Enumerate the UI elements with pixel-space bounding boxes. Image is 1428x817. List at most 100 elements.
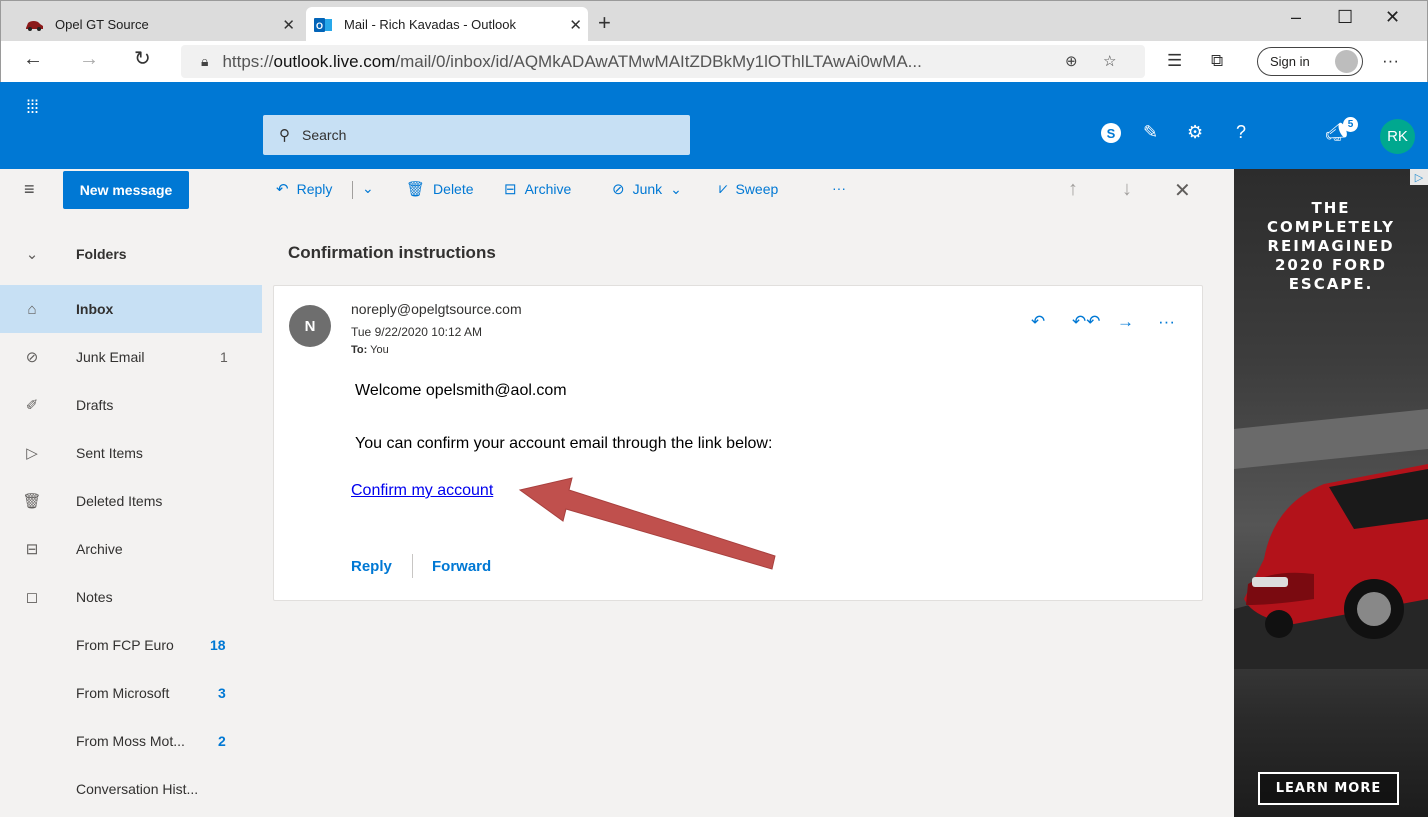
forward-link-button[interactable]: Forward — [432, 558, 491, 575]
folder-label: Deleted Items — [76, 493, 163, 509]
to-label: To: — [351, 344, 368, 356]
skype-icon[interactable]: S — [1101, 123, 1121, 143]
folder-pane: ≡ New message ⌄ Folders ⌂ Inbox ⊘ Junk E… — [0, 169, 262, 817]
new-message-button[interactable]: New message — [63, 171, 189, 209]
junk-command-button[interactable]: ⊘ Junk ⌄ — [612, 180, 682, 199]
to-value: You — [370, 344, 389, 356]
confirm-account-link[interactable]: Confirm my account — [351, 482, 493, 500]
folder-label: Sent Items — [76, 445, 143, 461]
separator — [352, 181, 353, 199]
app-launcher-icon[interactable]: ⁞⁞⁞ — [26, 98, 39, 116]
archive-box-icon: ⊟ — [25, 541, 39, 558]
folder-label: Junk Email — [76, 349, 145, 365]
tab-title: Mail - Rich Kavadas - Outlook — [344, 17, 516, 32]
folder-junk-email[interactable]: ⊘ Junk Email 1 — [0, 333, 262, 381]
favorites-list-icon[interactable]: ☰ — [1167, 51, 1182, 71]
window-close-icon[interactable]: ✕ — [1385, 7, 1400, 28]
tab-outlook-mail[interactable]: O Mail - Rich Kavadas - Outlook ✕ — [306, 7, 588, 42]
refresh-icon[interactable]: ↻ — [134, 49, 151, 69]
browser-more-icon[interactable]: ··· — [1382, 51, 1399, 71]
folder-archive[interactable]: ⊟ Archive — [0, 525, 262, 573]
body-instructions: You can confirm your account email throu… — [355, 435, 773, 452]
delete-command-label: Delete — [433, 181, 474, 197]
sender-avatar: N — [289, 305, 331, 347]
new-tab-icon[interactable]: + — [598, 12, 611, 34]
folder-label: Notes — [76, 589, 113, 605]
folders-header-label: Folders — [76, 246, 127, 262]
favorite-star-icon[interactable]: ☆ — [1103, 52, 1116, 70]
help-icon[interactable]: ? — [1236, 123, 1246, 141]
url-path: /mail/0/inbox/id/AQMkADAwATMwMAItZDBkMy1… — [395, 51, 922, 71]
collections-icon[interactable]: ⧉ — [1211, 51, 1223, 71]
sweep-command-label: Sweep — [735, 180, 779, 197]
folder-sent-items[interactable]: ▷ Sent Items — [0, 429, 262, 477]
back-arrow-icon[interactable]: ← — [23, 49, 43, 69]
outlook-header: ⁞⁞⁞ ⚲ Search S ✎ ⚙ ? 📣︎ 5 RK — [0, 82, 1428, 169]
search-input[interactable]: ⚲ Search — [263, 115, 690, 155]
tab-opel-gt-source[interactable]: Opel GT Source ✕ — [23, 7, 301, 42]
learn-more-button[interactable]: LEARN MORE — [1258, 772, 1399, 805]
reply-link-button[interactable]: Reply — [351, 558, 392, 575]
folder-label: Drafts — [76, 397, 114, 413]
trash-icon: 🗑︎ — [22, 493, 42, 510]
svg-text:O: O — [316, 21, 323, 31]
sweep-command-button[interactable]: ⩗ Sweep — [719, 180, 778, 197]
address-toolbar: ← → ↻ 🔒︎ https://outlook.live.com/mail/0… — [0, 41, 1428, 82]
maximize-icon[interactable]: ☐ — [1337, 7, 1353, 28]
folder-count: 1 — [220, 349, 228, 365]
folder-drafts[interactable]: ✐ Drafts — [0, 381, 262, 429]
block-icon: ⊘ — [25, 349, 39, 366]
my-day-icon[interactable]: ✎ — [1143, 123, 1158, 141]
reply-all-icon[interactable]: ↶↶ — [1072, 312, 1101, 332]
hamburger-menu-icon[interactable]: ≡ — [24, 179, 35, 200]
more-actions-icon[interactable]: ··· — [1158, 312, 1175, 332]
tab-close-icon[interactable]: ✕ — [282, 16, 295, 34]
folder-notes[interactable]: ◻ Notes — [0, 573, 262, 621]
send-icon: ▷ — [26, 445, 38, 462]
car-favicon-icon — [23, 18, 45, 32]
folder-count: 2 — [218, 733, 226, 749]
add-app-icon[interactable]: ⊕ — [1065, 52, 1078, 70]
close-reading-pane-icon[interactable]: ✕ — [1174, 178, 1191, 203]
note-icon: ◻ — [25, 589, 39, 606]
sender-address[interactable]: noreply@opelgtsource.com — [351, 301, 522, 317]
minimize-icon[interactable]: – — [1291, 7, 1301, 28]
sign-in-button[interactable]: Sign in — [1257, 47, 1363, 76]
chevron-down-icon: ⌄ — [25, 246, 39, 263]
browser-tab-strip: Opel GT Source ✕ O Mail - Rich Kavadas -… — [0, 0, 1428, 42]
delete-command-button[interactable]: 🗑︎ Delete — [406, 180, 474, 198]
url-field[interactable]: 🔒︎ https://outlook.live.com/mail/0/inbox… — [181, 45, 1145, 78]
tab-title: Opel GT Source — [55, 17, 149, 32]
reply-dropdown-chevron-icon[interactable]: ⌄ — [362, 180, 374, 197]
user-avatar[interactable]: RK — [1380, 119, 1415, 154]
folder-inbox[interactable]: ⌂ Inbox — [0, 285, 262, 333]
archive-command-button[interactable]: ⊟ Archive — [504, 180, 571, 198]
message-subject: Confirmation instructions — [288, 243, 496, 262]
folder-conversation-history[interactable]: Conversation Hist... — [0, 765, 262, 813]
body-welcome: Welcome opelsmith@aol.com — [355, 382, 567, 399]
reply-command-button[interactable]: ↶ Reply — [276, 180, 332, 198]
folder-label: From FCP Euro — [76, 637, 174, 653]
folders-header[interactable]: ⌄ Folders — [0, 230, 262, 278]
previous-message-arrow-icon[interactable]: ↑ — [1068, 178, 1078, 201]
settings-gear-icon[interactable]: ⚙ — [1187, 123, 1203, 141]
more-commands-icon[interactable]: ··· — [832, 180, 846, 196]
folder-deleted-items[interactable]: 🗑︎ Deleted Items — [0, 477, 262, 525]
folder-from-microsoft[interactable]: From Microsoft 3 — [0, 669, 262, 717]
advertisement[interactable]: ▷ THE COMPLETELY REIMAGINED 2020 FORD ES… — [1234, 169, 1428, 817]
folder-from-fcp-euro[interactable]: From FCP Euro 18 — [0, 621, 262, 669]
outlook-favicon-icon: O — [312, 17, 334, 33]
reply-arrow-icon: ↶ — [276, 181, 289, 198]
folder-label: From Microsoft — [76, 685, 170, 701]
ad-choices-icon[interactable]: ▷ — [1410, 169, 1428, 185]
tab-close-icon[interactable]: ✕ — [569, 16, 582, 34]
next-message-arrow-icon[interactable]: ↓ — [1122, 178, 1132, 201]
inbox-tray-icon: ⌂ — [27, 300, 37, 318]
forward-arrow-icon[interactable]: → — [79, 49, 99, 69]
reply-icon[interactable]: ↶ — [1031, 312, 1045, 332]
command-bar: ↶ Reply ⌄ 🗑︎ Delete ⊟ Archive ⊘ Junk ⌄ ⩗… — [262, 169, 1228, 211]
folder-count: 3 — [218, 685, 226, 701]
folder-from-moss-motors[interactable]: From Moss Mot... 2 — [0, 717, 262, 765]
forward-icon[interactable]: → — [1117, 312, 1134, 332]
chevron-down-icon: ⌄ — [670, 180, 682, 197]
